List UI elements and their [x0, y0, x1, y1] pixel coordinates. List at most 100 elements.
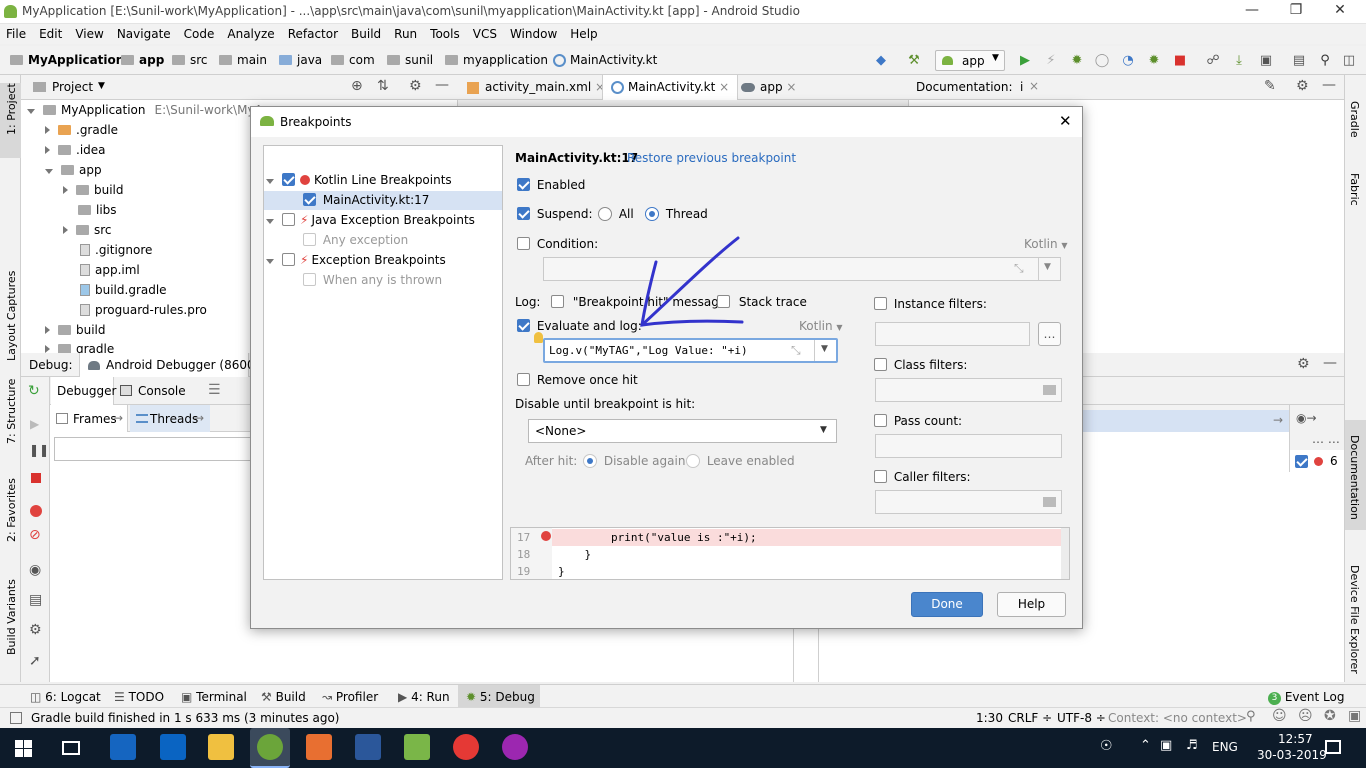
gear-icon[interactable]: ⚙ [1296, 78, 1309, 94]
bp-item-when-any-thrown[interactable]: When any is thrown [303, 273, 442, 287]
line-separator[interactable]: CRLF ÷ [1008, 711, 1052, 725]
bp-group-java-checkbox[interactable] [282, 213, 295, 226]
done-button[interactable]: Done [911, 592, 983, 617]
tool-window-favorites[interactable]: 2: Favorites [5, 478, 18, 542]
edge-icon[interactable] [110, 734, 136, 760]
breadcrumb-com[interactable]: com [331, 53, 375, 67]
people-icon[interactable]: ☉ [1100, 738, 1113, 754]
windows-start-icon[interactable] [15, 740, 32, 757]
task-view-icon[interactable] [62, 741, 80, 755]
tree-item-idea[interactable]: .idea [45, 143, 106, 157]
resume-icon[interactable]: ▶ [30, 417, 39, 431]
chevron-down-icon[interactable]: ▼ [821, 344, 828, 354]
gear-icon[interactable]: ⚙ [409, 78, 422, 94]
word-icon[interactable] [355, 734, 381, 760]
volume-icon[interactable]: ♬ [1186, 738, 1198, 753]
notepad-icon[interactable] [404, 734, 430, 760]
hide-icon[interactable]: — [435, 77, 449, 93]
minimize-button[interactable]: — [1232, 2, 1272, 22]
watch-enabled-checkbox[interactable] [1295, 455, 1308, 468]
breadcrumb-src[interactable]: src [172, 53, 208, 67]
tool-window-fabric[interactable]: Fabric [1348, 173, 1361, 206]
tool-logcat[interactable]: ◫ 6: Logcat [30, 690, 101, 704]
folder-icon[interactable] [1043, 497, 1056, 507]
tree-item-gradle-dir[interactable]: gradle [45, 342, 114, 353]
tab-frames[interactable]: Frames → [50, 405, 128, 432]
enabled-option[interactable]: Enabled [517, 178, 585, 192]
menu-file[interactable]: File [0, 24, 33, 41]
tree-item-src[interactable]: src [63, 223, 112, 237]
evaluate-language[interactable]: Kotlin ▼ [799, 319, 843, 333]
breadcrumb-sunil[interactable]: sunil [387, 53, 433, 67]
instance-filters-browse-button[interactable]: … [1038, 322, 1061, 346]
tool-window-structure[interactable]: 7: Structure [5, 379, 18, 444]
tab-mainactivity[interactable]: MainActivity.kt × [602, 75, 739, 100]
sdk-manager-icon[interactable]: ⤓ [1230, 52, 1248, 70]
pause-icon[interactable]: ❚❚ [29, 443, 49, 457]
disable-until-select[interactable]: <None> ▼ [528, 419, 837, 443]
condition-option[interactable]: Condition: [517, 237, 598, 251]
project-structure-icon[interactable]: ▣ [1257, 52, 1275, 70]
tool-build[interactable]: ⚒ Build [261, 690, 306, 704]
language-indicator[interactable]: ENG [1212, 740, 1238, 754]
menu-help[interactable]: Help [564, 24, 604, 41]
instance-filters-option[interactable]: Instance filters: [874, 297, 987, 311]
menu-edit[interactable]: Edit [33, 24, 69, 41]
bp-group-java-exception[interactable]: ⚡ Java Exception Breakpoints [266, 213, 475, 227]
close-icon[interactable]: × [719, 80, 729, 94]
notifications-icon[interactable]: ▣ [1348, 708, 1361, 724]
menu-tools[interactable]: Tools [424, 24, 467, 41]
suspend-checkbox[interactable] [517, 207, 530, 220]
tree-item-app-build[interactable]: build [63, 183, 124, 197]
watch-row[interactable]: 6 [1289, 450, 1344, 472]
help-button[interactable]: Help [997, 592, 1066, 617]
frown-icon[interactable]: ☹ [1298, 708, 1313, 724]
tree-item-libs[interactable]: libs [78, 203, 117, 217]
scrollbar[interactable] [1061, 528, 1069, 579]
radio-leave-enabled[interactable] [686, 454, 700, 468]
restart-icon[interactable]: ↻ [28, 383, 40, 399]
chevron-down-icon[interactable]: ▼ [1044, 262, 1051, 272]
pass-count-option[interactable]: Pass count: [874, 414, 962, 428]
condition-checkbox[interactable] [517, 237, 530, 250]
tree-item-build-gradle[interactable]: build.gradle [80, 283, 167, 297]
bp-group-exception[interactable]: ⚡ Exception Breakpoints [266, 253, 446, 267]
file-encoding[interactable]: UTF-8 ÷ [1057, 711, 1106, 725]
folder-icon[interactable] [1043, 385, 1056, 395]
camera-icon[interactable]: ◉ [29, 562, 41, 578]
tab-threads[interactable]: Threads → [130, 405, 210, 432]
run-config-select[interactable]: app ▼ [935, 50, 1005, 71]
make-project-icon[interactable]: ⚒ [905, 52, 923, 70]
edit-icon[interactable]: ✎ [1264, 78, 1276, 94]
tree-item-app[interactable]: app [45, 163, 102, 177]
file-explorer-icon[interactable] [208, 734, 234, 760]
locate-icon[interactable]: ⊕ [351, 78, 363, 94]
menu-analyze[interactable]: Analyze [221, 24, 281, 41]
bp-group-kotlin[interactable]: Kotlin Line Breakpoints [266, 173, 452, 187]
menu-icon[interactable]: ☰ [208, 382, 221, 398]
breadcrumb-java[interactable]: java [279, 53, 322, 67]
breadcrumb-project[interactable]: MyApplication [10, 53, 124, 67]
after-hit-leave-radio[interactable]: Leave enabled [686, 454, 795, 468]
dialog-close-icon[interactable]: ✕ [1059, 112, 1072, 130]
tab-console[interactable]: Console [118, 377, 208, 405]
clock-date[interactable]: 30-03-2019 [1257, 748, 1327, 762]
bp-group-exception-checkbox[interactable] [282, 253, 295, 266]
breadcrumb-file[interactable]: MainActivity.kt [553, 53, 657, 67]
run-icon[interactable]: ▶ [1016, 52, 1034, 70]
suspend-all-radio[interactable]: All [598, 207, 634, 221]
close-window-button[interactable]: ✕ [1320, 2, 1360, 22]
documentation-tab[interactable]: i [1020, 80, 1023, 94]
tree-item-proguard[interactable]: proguard-rules.pro [80, 303, 207, 317]
coverage-icon[interactable]: ◯ [1093, 52, 1111, 70]
remove-once-checkbox[interactable] [517, 373, 530, 386]
bp-item-checkbox[interactable] [303, 273, 316, 286]
bp-item-mainactivity[interactable]: MainActivity.kt:17 [303, 193, 429, 207]
profile-icon[interactable]: ◔ [1119, 52, 1137, 70]
tree-item-build[interactable]: build [45, 323, 106, 337]
restore-breakpoint-link[interactable]: Restore previous breakpoint [627, 151, 796, 165]
gear-icon[interactable]: ⚙ [1297, 356, 1310, 372]
close-icon[interactable]: × [786, 80, 796, 94]
expand-field-icon[interactable]: ⤡ [1014, 261, 1024, 276]
network-icon[interactable]: ▣ [1160, 738, 1172, 753]
